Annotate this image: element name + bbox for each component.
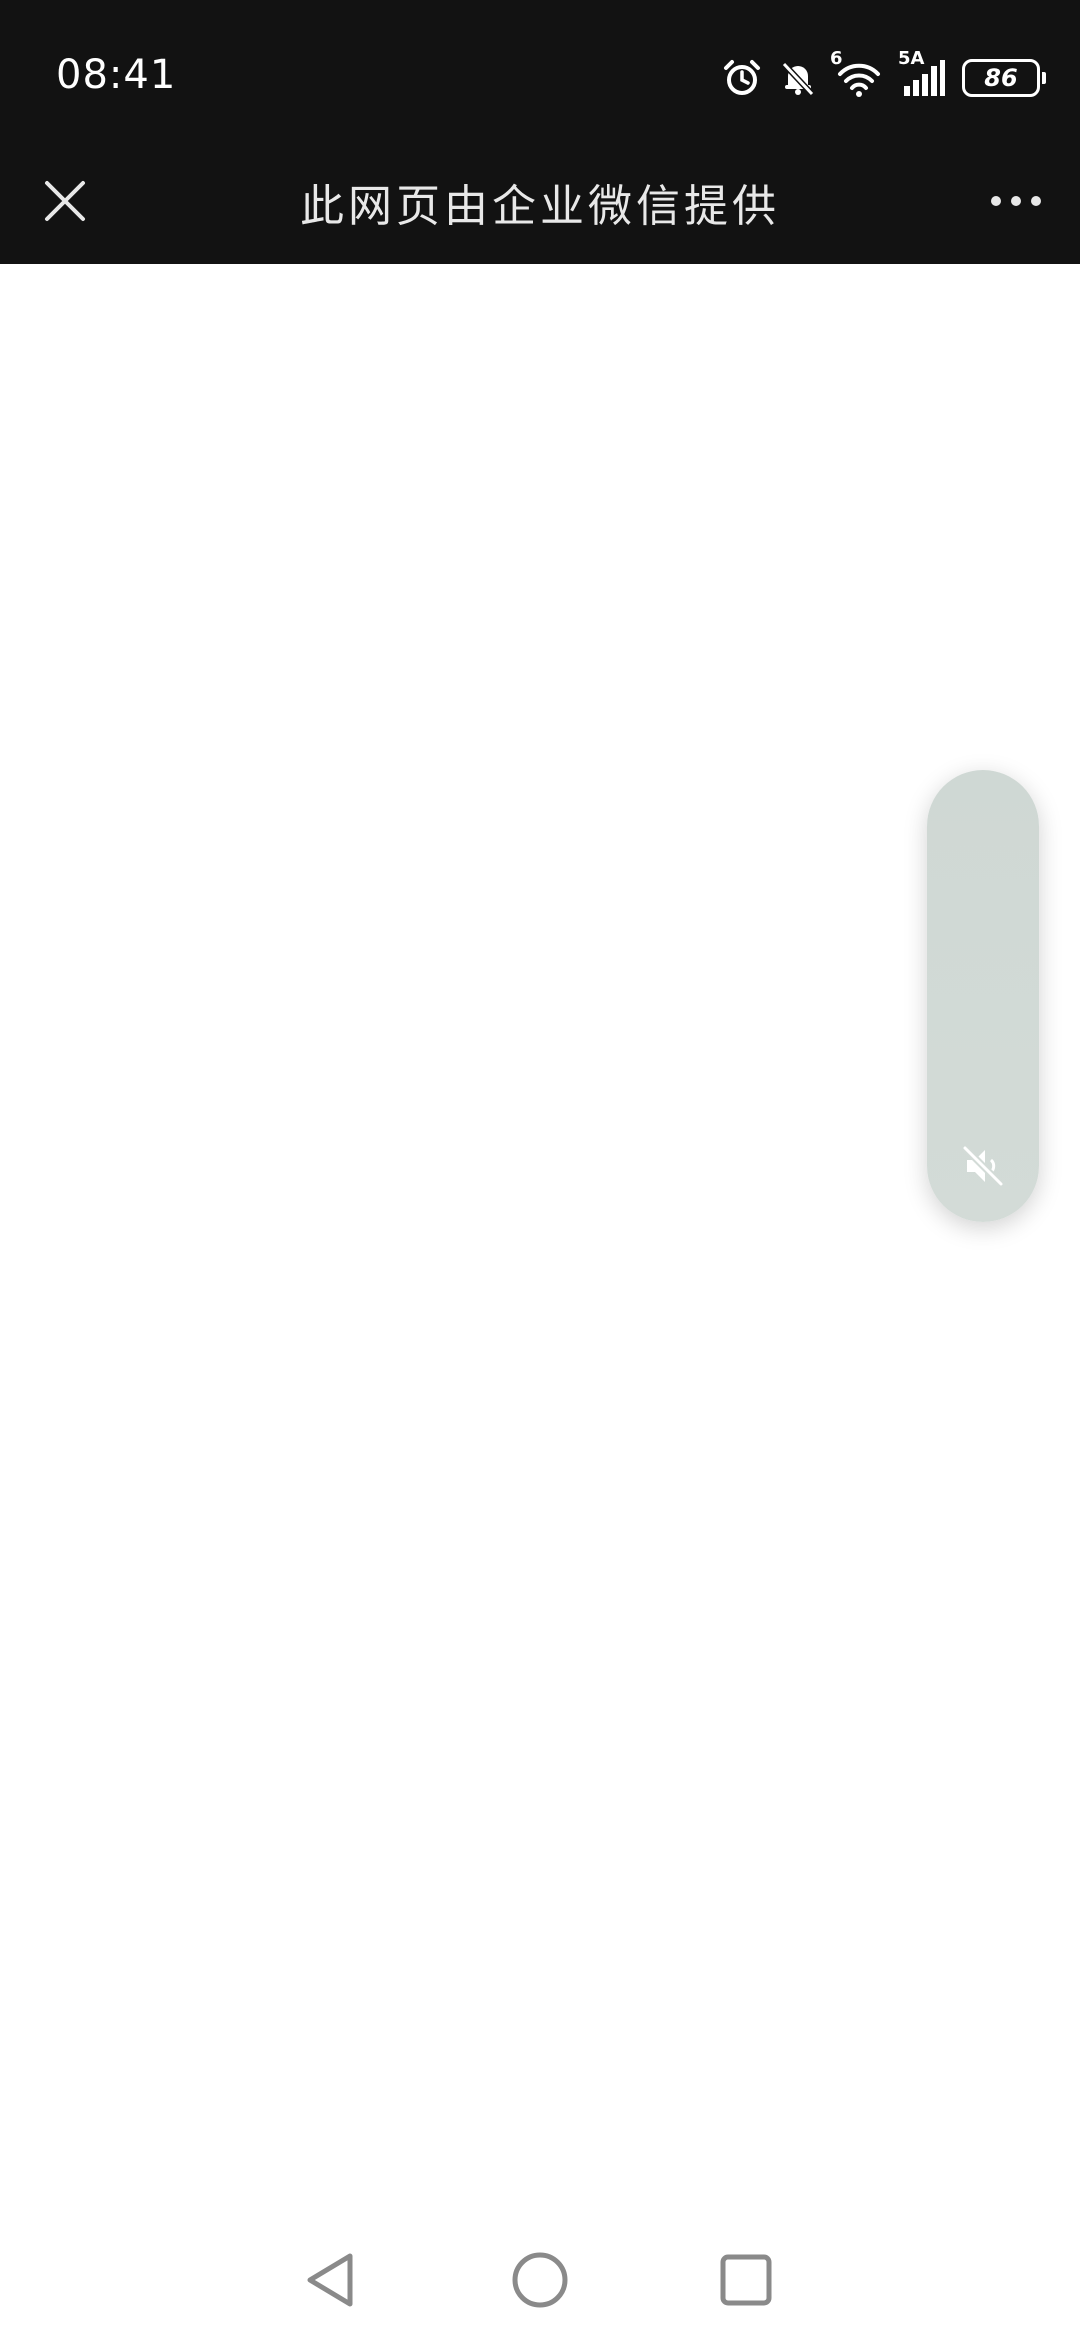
battery-icon: 86: [962, 59, 1046, 97]
status-bar: 08:41 6 5A 86: [0, 0, 1080, 140]
wifi-label: 6: [830, 48, 843, 69]
bell-muted-icon: [778, 58, 818, 98]
nav-home-button[interactable]: [500, 2240, 580, 2320]
signal-icon: 5A: [898, 48, 946, 98]
signal-label: 5A: [898, 48, 925, 69]
navigation-bar: [0, 2224, 1080, 2337]
speaker-muted-icon: [962, 1145, 1004, 1187]
title-bar: 此网页由企业微信提供: [0, 140, 1080, 264]
recent-apps-icon: [720, 2254, 772, 2306]
page-title: 此网页由企业微信提供: [300, 181, 780, 232]
more-options-button[interactable]: [978, 166, 1054, 236]
back-icon: [307, 2253, 353, 2307]
more-dots-icon: [991, 196, 1041, 206]
nav-back-button[interactable]: [290, 2240, 370, 2320]
close-button[interactable]: [30, 166, 100, 236]
screen: 08:41 6 5A 86 此网页由企业微信提供: [0, 0, 1080, 2337]
alarm-icon: [722, 58, 762, 98]
web-content: [0, 264, 1080, 2224]
status-time: 08:41: [56, 52, 177, 98]
wifi-icon: 6: [830, 48, 884, 98]
nav-recent-button[interactable]: [706, 2240, 786, 2320]
status-icons: 6 5A 86: [722, 48, 1046, 102]
close-icon: [45, 181, 85, 221]
mute-button[interactable]: [953, 1136, 1013, 1196]
battery-level: 86: [984, 64, 1018, 92]
floating-media-panel[interactable]: [927, 770, 1039, 1222]
home-icon: [512, 2252, 568, 2308]
